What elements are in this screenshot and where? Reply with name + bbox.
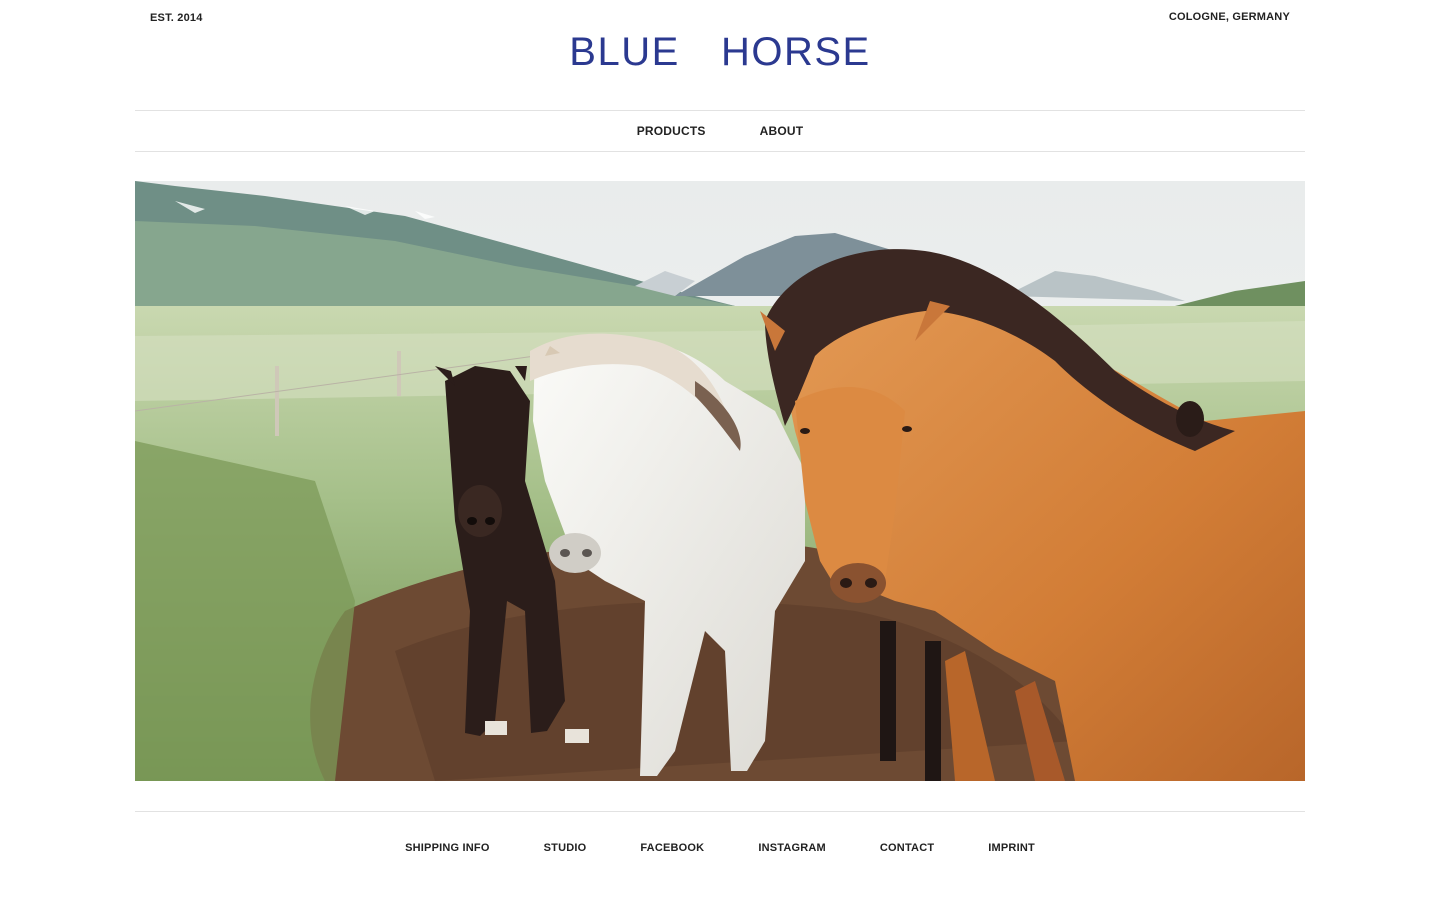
footer-divider xyxy=(135,811,1305,812)
footer-link-imprint[interactable]: IMPRINT xyxy=(988,842,1035,854)
site-logo[interactable]: BLUE HORSE xyxy=(0,30,1440,75)
nav-item-about[interactable]: ABOUT xyxy=(760,124,804,138)
site-header: EST. 2014 BLUE HORSE COLOGNE, GERMANY xyxy=(0,0,1440,110)
hero-image xyxy=(135,181,1305,781)
footer-link-studio[interactable]: STUDIO xyxy=(544,842,587,854)
page: EST. 2014 BLUE HORSE COLOGNE, GERMANY PR… xyxy=(0,0,1440,900)
footer-link-shipping-info[interactable]: SHIPPING INFO xyxy=(405,842,490,854)
main-nav: PRODUCTS ABOUT xyxy=(135,110,1305,152)
nav-item-products[interactable]: PRODUCTS xyxy=(637,124,706,138)
established-label: EST. 2014 xyxy=(150,12,203,24)
footer-link-instagram[interactable]: INSTAGRAM xyxy=(758,842,826,854)
location-label: COLOGNE, GERMANY xyxy=(1168,11,1290,23)
horses-photo-icon xyxy=(135,181,1305,781)
footer-link-contact[interactable]: CONTACT xyxy=(880,842,934,854)
footer-link-facebook[interactable]: FACEBOOK xyxy=(640,842,704,854)
footer-nav: SHIPPING INFO STUDIO FACEBOOK INSTAGRAM … xyxy=(0,842,1440,854)
